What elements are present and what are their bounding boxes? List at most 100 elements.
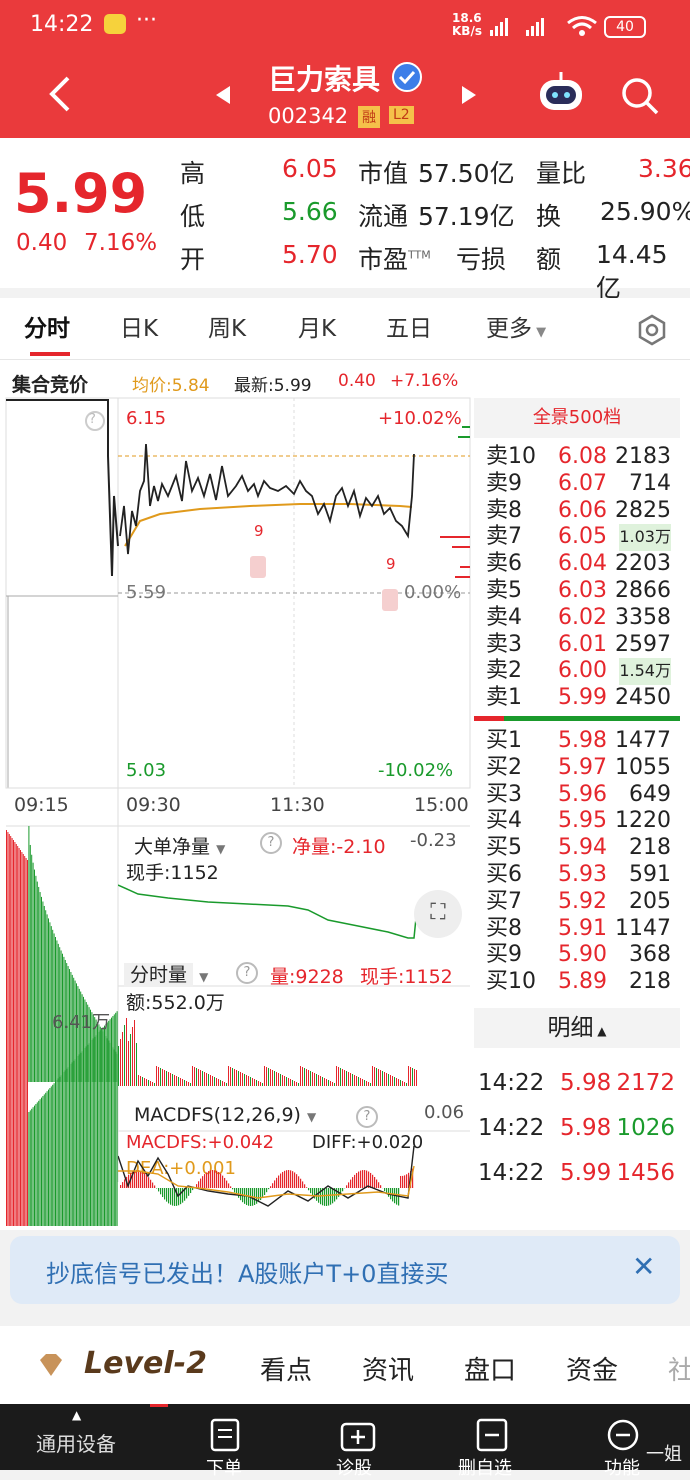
nav-diagnose[interactable]: 诊股 xyxy=(336,1454,372,1480)
verified-icon xyxy=(392,62,422,92)
volume-bar xyxy=(374,1067,375,1086)
detail-row: 14:225.982172 xyxy=(474,1070,679,1097)
volume-bar xyxy=(274,1071,275,1086)
signal-marker-2[interactable]: 9 xyxy=(386,555,396,573)
y-label-base: 5.59 xyxy=(126,582,166,603)
sell-row[interactable]: 卖106.082183 xyxy=(474,444,679,471)
robot-assistant-icon[interactable] xyxy=(536,70,586,116)
current-price: 5.99 xyxy=(14,162,147,225)
macd-bar xyxy=(378,1182,379,1188)
sell-row[interactable]: 卖15.992450 xyxy=(474,685,679,712)
chart-tabs: 分时 日K 周K 月K 五日 更多 ▼ xyxy=(0,298,690,360)
macd-bar xyxy=(214,1170,215,1188)
buy-row[interactable]: 买35.96649 xyxy=(474,782,679,809)
buy-row[interactable]: 买65.93591 xyxy=(474,862,679,889)
next-stock-icon[interactable] xyxy=(460,84,478,106)
diagnose-icon[interactable] xyxy=(340,1418,376,1452)
nav-divider xyxy=(150,1404,168,1407)
macd-bar xyxy=(206,1172,207,1188)
prev-stock-icon[interactable] xyxy=(214,84,232,106)
tab-highlights[interactable]: 看点 xyxy=(260,1350,312,1387)
macd-bar xyxy=(290,1170,291,1188)
tab-weekly-k[interactable]: 周K xyxy=(208,298,246,360)
auction-bar xyxy=(80,1053,81,1226)
function-icon[interactable] xyxy=(606,1418,640,1452)
buy-row[interactable]: 买105.89218 xyxy=(474,969,679,996)
order-book-title[interactable]: 全景500档 xyxy=(474,398,680,438)
macd-bar xyxy=(122,1182,123,1188)
pe-value: 亏损 xyxy=(456,240,506,276)
sell-row[interactable]: 卖86.062825 xyxy=(474,498,679,525)
help-icon[interactable]: ? xyxy=(236,962,258,984)
macd-bar xyxy=(208,1171,209,1188)
caret-up-icon[interactable]: ▲ xyxy=(72,1408,81,1422)
auction-bar xyxy=(35,1104,36,1226)
back-icon[interactable] xyxy=(44,74,74,114)
macd-bar xyxy=(200,1179,201,1188)
big-order-title[interactable]: 大单净量 ▼ xyxy=(134,832,225,859)
signal-marker-1[interactable]: 9 xyxy=(254,522,264,540)
sell-row[interactable]: 卖46.023358 xyxy=(474,605,679,632)
dropdown-icon: ▼ xyxy=(216,842,225,856)
tab-funds[interactable]: 资金 xyxy=(566,1350,618,1387)
amount-label: 额 xyxy=(536,240,561,276)
tab-orderbook[interactable]: 盘口 xyxy=(464,1350,516,1387)
remove-watchlist-icon[interactable] xyxy=(476,1418,508,1452)
auction-bar xyxy=(66,1069,67,1226)
tab-news[interactable]: 资讯 xyxy=(362,1350,414,1387)
macd-bar xyxy=(148,1177,149,1188)
sell-row[interactable]: 卖56.032866 xyxy=(474,578,679,605)
nav-function[interactable]: 功能 xyxy=(604,1454,640,1480)
buy-row[interactable]: 买85.911147 xyxy=(474,916,679,943)
sell-row[interactable]: 卖36.012597 xyxy=(474,632,679,659)
macd-bar xyxy=(238,1188,239,1198)
auction-bar xyxy=(107,1022,108,1226)
help-icon[interactable]: ? xyxy=(89,412,96,427)
volume-bar xyxy=(188,1082,189,1086)
volume-bar xyxy=(408,1066,409,1086)
nav-order[interactable]: 下单 xyxy=(206,1454,242,1480)
settings-icon[interactable] xyxy=(636,314,668,346)
macd-bar xyxy=(326,1188,327,1206)
buy-row[interactable]: 买55.94218 xyxy=(474,835,679,862)
help-icon[interactable]: ? xyxy=(260,832,282,854)
order-icon[interactable] xyxy=(210,1418,240,1452)
auction-bar xyxy=(89,1043,90,1226)
volume-bar xyxy=(380,1070,381,1086)
volume-title[interactable]: 分时量 ▼ xyxy=(124,960,208,987)
tab-more[interactable]: 更多 ▼ xyxy=(486,298,546,360)
device-label[interactable]: 通用设备 xyxy=(36,1428,116,1457)
buy-row[interactable]: 买15.981477 xyxy=(474,728,679,755)
auction-bar xyxy=(56,1080,57,1226)
detail-header[interactable]: 明细 ▲ xyxy=(474,1008,680,1048)
nav-remove-watchlist[interactable]: 删自选 xyxy=(458,1454,512,1480)
sell-volume: 2203 xyxy=(615,551,671,578)
buy-label: 买8 xyxy=(486,916,522,943)
tab-daily-k[interactable]: 日K xyxy=(120,298,158,360)
close-icon[interactable]: ✕ xyxy=(632,1250,655,1283)
macd-bar xyxy=(210,1170,211,1188)
tab-community[interactable]: 社 xyxy=(668,1350,690,1387)
buy-row[interactable]: 买25.971055 xyxy=(474,755,679,782)
buy-row[interactable]: 买45.951220 xyxy=(474,808,679,835)
sell-row[interactable]: 卖76.051.03万 xyxy=(474,524,679,551)
buy-row[interactable]: 买95.90368 xyxy=(474,942,679,969)
sell-row[interactable]: 卖26.001.54万 xyxy=(474,658,679,685)
sell-row[interactable]: 卖96.07714 xyxy=(474,471,679,498)
tab-intraday[interactable]: 分时 xyxy=(24,298,70,360)
promo-banner[interactable]: 抄底信号已发出！A股账户T+0直接买 ✕ xyxy=(10,1236,680,1304)
macd-bar xyxy=(352,1177,353,1188)
search-icon[interactable] xyxy=(620,76,660,116)
sell-row[interactable]: 卖66.042203 xyxy=(474,551,679,578)
volume-bar xyxy=(396,1078,397,1086)
macd-bar xyxy=(312,1188,313,1196)
buy-volume: 1477 xyxy=(615,728,671,755)
auction-bar xyxy=(48,1090,49,1226)
buy-row[interactable]: 买75.92205 xyxy=(474,889,679,916)
tab-five-day[interactable]: 五日 xyxy=(386,298,432,360)
tab-monthly-k[interactable]: 月K xyxy=(298,298,336,360)
auction-bar xyxy=(45,910,46,1082)
expand-icon[interactable]: ⛶ xyxy=(414,890,462,938)
auction-bar xyxy=(14,842,15,1226)
tab-level2[interactable]: Level-2 xyxy=(84,1346,207,1381)
